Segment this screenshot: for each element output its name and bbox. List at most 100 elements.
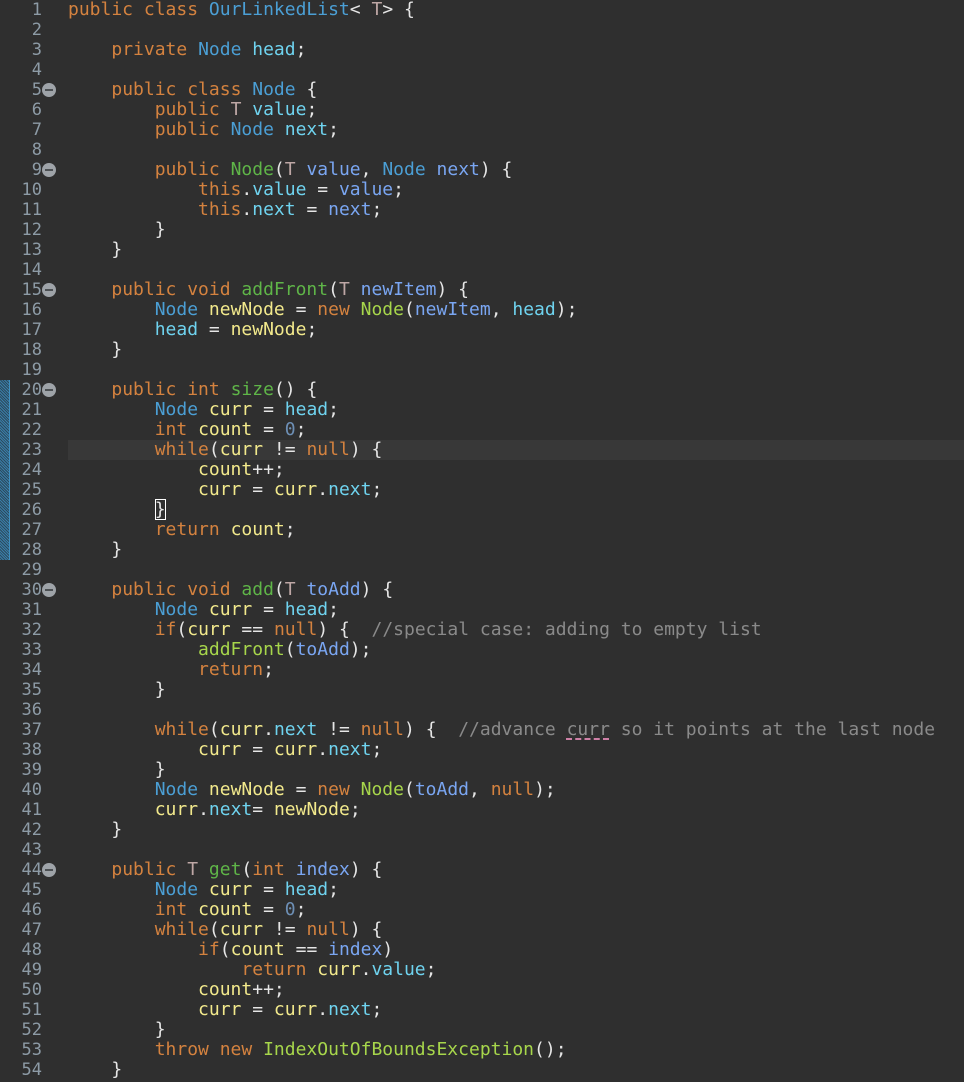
type-parameter: T	[187, 859, 209, 880]
type-parameter: T	[338, 279, 361, 300]
code-line[interactable]: 16 Node newNode = new Node(newItem, head…	[0, 299, 964, 321]
punctuation: }	[68, 219, 166, 240]
code-line[interactable]: 54 }	[0, 1060, 964, 1081]
punctuation	[68, 299, 155, 320]
collapse-fold-icon[interactable]	[42, 283, 56, 297]
code-line[interactable]: 19	[0, 360, 964, 380]
collapse-fold-icon[interactable]	[42, 583, 56, 597]
code-line[interactable]: 44 public T get(int index) {	[0, 859, 964, 881]
code-line[interactable]: 42 }	[0, 820, 964, 841]
code-line[interactable]: 33 addFront(toAdd);	[0, 640, 964, 661]
code-line[interactable]: 49 return curr.value;	[0, 959, 964, 981]
code-line[interactable]: 22 int count = 0;	[0, 419, 964, 441]
code-line[interactable]: 6 public T value;	[0, 100, 964, 121]
code-line[interactable]: 8	[0, 140, 964, 160]
code-text: if(count == index)	[68, 940, 393, 960]
code-line[interactable]: 32 if(curr == null) { //special case: ad…	[0, 620, 964, 641]
code-line[interactable]: 17 head = newNode;	[0, 319, 964, 341]
code-line[interactable]: 14	[0, 260, 964, 280]
punctuation: (	[273, 579, 285, 600]
line-number: 37	[21, 720, 42, 740]
code-line[interactable]: 2	[0, 20, 964, 40]
code-line[interactable]: 43	[0, 840, 964, 860]
code-line[interactable]: 39 }	[0, 760, 964, 781]
collapse-fold-icon[interactable]	[42, 163, 56, 177]
code-line[interactable]: 1 public class OurLinkedList< T> {	[0, 0, 964, 20]
code-line[interactable]: 46 int count = 0;	[0, 900, 964, 921]
punctuation	[68, 939, 198, 960]
punctuation: =	[252, 419, 285, 440]
line-number: 6	[31, 100, 42, 120]
method-call: Node	[360, 779, 404, 800]
code-line[interactable]: 48 if(count == index)	[0, 940, 964, 961]
code-line[interactable]: 12 }	[0, 219, 964, 241]
parameter: value	[338, 179, 394, 200]
code-line[interactable]: 47 while(curr != null) {	[0, 919, 964, 941]
line-number: 14	[21, 260, 42, 280]
punctuation: ;	[295, 419, 307, 440]
code-line[interactable]: 21 Node curr = head;	[0, 399, 964, 421]
keyword: this	[198, 179, 242, 200]
code-line[interactable]: 5 public class Node {	[0, 80, 964, 101]
code-line[interactable]: 9 public Node(T value, Node next) {	[0, 159, 964, 181]
code-line[interactable]: 52 }	[0, 1020, 964, 1041]
code-line[interactable]: 4	[0, 60, 964, 80]
code-line[interactable]: 34 return;	[0, 659, 964, 681]
punctuation: =	[252, 399, 285, 420]
code-line[interactable]: 10 this.value = value;	[0, 179, 964, 201]
code-line[interactable]: 50 count++;	[0, 979, 964, 1001]
code-line[interactable]: 51 curr = curr.next;	[0, 999, 964, 1021]
code-line[interactable]: 7 public Node next;	[0, 120, 964, 141]
field: head	[154, 319, 199, 340]
code-line[interactable]: 13 }	[0, 240, 964, 261]
code-line[interactable]: 18 }	[0, 340, 964, 361]
parameter: value	[306, 159, 361, 180]
punctuation	[68, 979, 198, 1000]
punctuation: (	[403, 779, 415, 800]
code-line[interactable]: 36	[0, 700, 964, 720]
punctuation: ;	[328, 599, 339, 620]
code-line[interactable]: 11 this.next = next;	[0, 200, 964, 221]
method-declaration: addFront	[241, 279, 329, 300]
code-line[interactable]: 27 return count;	[0, 519, 964, 541]
line-number: 1	[31, 0, 42, 20]
code-line[interactable]: 15 public void addFront(T newItem) {	[0, 279, 964, 301]
punctuation: .	[317, 739, 329, 760]
collapse-fold-icon[interactable]	[42, 383, 56, 397]
punctuation: .	[317, 479, 329, 500]
code-line[interactable]: 35 }	[0, 680, 964, 701]
code-line[interactable]: 45 Node curr = head;	[0, 880, 964, 901]
collapse-fold-icon[interactable]	[42, 83, 56, 97]
line-number: 53	[21, 1040, 42, 1060]
collapse-fold-icon[interactable]	[42, 863, 56, 877]
code-line[interactable]: 31 Node curr = head;	[0, 599, 964, 621]
line-number: 44	[21, 860, 42, 880]
code-line[interactable]: 29	[0, 560, 964, 580]
code-line[interactable]: 24 count++;	[0, 460, 964, 481]
punctuation	[68, 319, 155, 340]
punctuation: (	[208, 919, 220, 940]
code-line[interactable]: 38 curr = curr.next;	[0, 739, 964, 761]
type-name: OurLinkedList	[208, 0, 350, 20]
code-text: public class Node {	[68, 80, 317, 100]
code-line[interactable]: 23 while(curr != null) {	[0, 440, 964, 460]
punctuation: .	[198, 799, 209, 820]
punctuation	[68, 659, 198, 680]
code-line[interactable]: 41 curr.next= newNode;	[0, 799, 964, 821]
code-line[interactable]: 40 Node newNode = new Node(toAdd, null);	[0, 779, 964, 801]
punctuation	[68, 779, 155, 800]
code-line[interactable]: 28 }	[0, 540, 964, 561]
code-line[interactable]: 20 public int size() {	[0, 380, 964, 401]
punctuation: .	[360, 959, 372, 980]
code-text: public Node next;	[68, 120, 339, 140]
code-line[interactable]: 25 curr = curr.next;	[0, 479, 964, 501]
code-editor[interactable]: 1 public class OurLinkedList< T> {2 3 priv…	[0, 0, 964, 1082]
punctuation	[68, 519, 155, 540]
code-line[interactable]: 3 private Node head;	[0, 40, 964, 61]
code-text: while(curr != null) {	[68, 440, 383, 460]
code-line[interactable]: 30 public void add(T toAdd) {	[0, 579, 964, 601]
code-line[interactable]: 37 while(curr.next != null) { //advance …	[0, 720, 964, 741]
code-line[interactable]: 26 }	[0, 499, 964, 520]
local-variable: curr	[273, 999, 318, 1020]
code-line[interactable]: 53 throw new IndexOutOfBoundsException()…	[0, 1040, 964, 1061]
